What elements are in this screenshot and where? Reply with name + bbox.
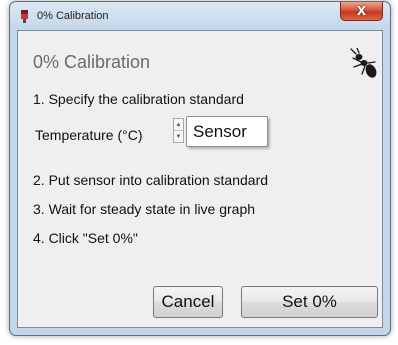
window-title: 0% Calibration — [37, 10, 109, 22]
app-icon — [21, 10, 28, 23]
temperature-label: Temperature (°C) — [35, 127, 143, 143]
temperature-select[interactable]: Sensor — [186, 116, 268, 147]
close-icon: X — [356, 4, 367, 18]
title-bar[interactable]: 0% Calibration X — [10, 2, 390, 30]
set-zero-button[interactable]: Set 0% — [241, 286, 378, 318]
step-3-text: 3. Wait for steady state in live graph — [33, 201, 256, 217]
step-1-text: 1. Specify the calibration standard — [33, 91, 244, 107]
close-button[interactable]: X — [340, 2, 383, 21]
ant-icon — [350, 48, 377, 78]
chevron-down-icon[interactable]: ▼ — [174, 130, 183, 142]
dialog-window: 0% Calibration X 0% Calibration 1. Speci… — [9, 1, 391, 336]
chevron-up-icon[interactable]: ▲ — [174, 119, 183, 130]
dialog-heading: 0% Calibration — [33, 52, 151, 72]
temperature-spinner[interactable]: ▲ ▼ — [173, 118, 184, 143]
step-4-text: 4. Click "Set 0%" — [33, 230, 138, 246]
cancel-button[interactable]: Cancel — [153, 286, 223, 318]
step-2-text: 2. Put sensor into calibration standard — [33, 172, 269, 188]
dialog-content: 0% Calibration 1. Specify the calibratio… — [17, 30, 383, 328]
